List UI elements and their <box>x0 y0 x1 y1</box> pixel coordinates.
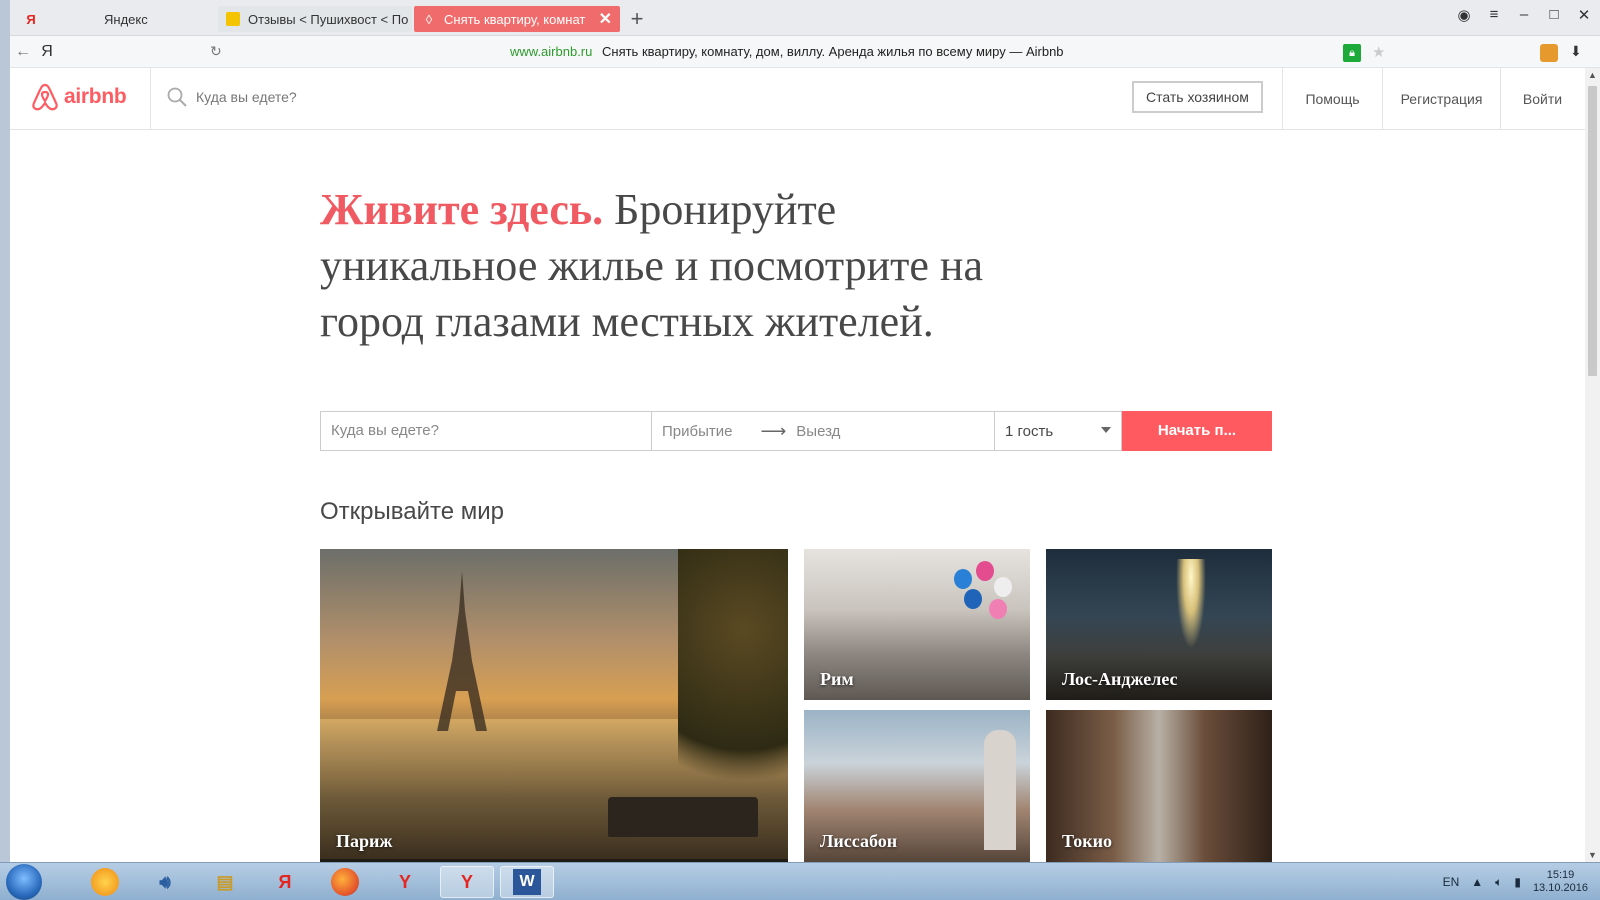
clock-date: 13.10.2016 <box>1532 882 1588 894</box>
paris-trees-image <box>678 549 788 819</box>
bookmark-star-icon[interactable]: ★ <box>1372 43 1385 61</box>
guests-value: 1 гость <box>1005 422 1054 440</box>
chevron-down-icon <box>1101 427 1111 433</box>
scrollbar-thumb[interactable] <box>1588 86 1597 376</box>
city-name: Рим <box>820 669 854 689</box>
taskbar-app-yandex-browser-icon[interactable]: Y <box>378 866 432 898</box>
download-icon[interactable]: ⬇ <box>1570 43 1582 60</box>
volume-icon[interactable]: 🔈︎ <box>1495 875 1502 890</box>
tower-image <box>984 730 1016 850</box>
balloon-image <box>954 569 972 589</box>
new-tab-button[interactable]: + <box>624 6 650 32</box>
taskbar-app-yandex-browser-active-icon[interactable]: Y <box>440 866 494 898</box>
balloon-image <box>994 577 1012 597</box>
airbnb-icon: ◊ <box>425 11 433 27</box>
tab-bar: Я Яндекс Отзывы < Пушихвост < По ◊ Снять… <box>10 0 1600 36</box>
balloon-image <box>989 599 1007 619</box>
profile-icon[interactable]: ◉ <box>1456 6 1472 24</box>
window-controls: ◉ ≡ – □ ✕ <box>1456 6 1600 24</box>
city-tile-paris[interactable]: Париж <box>320 549 788 862</box>
header-divider <box>150 68 151 130</box>
reload-icon[interactable]: ↻ <box>210 43 222 60</box>
scroll-up-icon[interactable]: ▲ <box>1585 70 1600 80</box>
logo-text: airbnb <box>64 85 127 108</box>
yandex-home-icon[interactable]: Я <box>36 43 58 61</box>
taskbar-app-folder-icon[interactable]: ▤ <box>198 866 252 898</box>
tab-label: Яндекс <box>104 11 148 27</box>
page-title: Снять квартиру, комнату, дом, виллу. Аре… <box>602 44 1064 59</box>
help-link[interactable]: Помощь <box>1282 68 1382 130</box>
taskbar-app-yandex-icon[interactable]: Я <box>258 866 312 898</box>
login-link[interactable]: Войти <box>1500 68 1584 130</box>
checkin-field[interactable]: Прибытие <box>662 423 732 440</box>
taskbar-app-firefox-icon[interactable] <box>318 866 372 898</box>
tab-label: Снять квартиру, комнат <box>444 11 586 27</box>
tab-label: Отзывы < Пушихвост < По <box>248 11 409 27</box>
checkout-field[interactable]: Выезд <box>796 423 840 440</box>
become-host-button[interactable]: Стать хозяином <box>1132 81 1263 113</box>
close-window-icon[interactable]: ✕ <box>1576 6 1592 24</box>
balloon-image <box>964 589 982 609</box>
extension-icon[interactable] <box>1540 44 1558 62</box>
city-tile-rome[interactable]: Рим <box>804 549 1030 700</box>
address-bar: ← Я ↻ www.airbnb.ru Снять квартиру, комн… <box>10 36 1600 68</box>
balloon-image <box>976 561 994 581</box>
city-name: Токио <box>1062 831 1112 851</box>
city-tile-tokyo[interactable]: Токио <box>1046 710 1272 862</box>
tray-expand-icon[interactable]: ▲ <box>1471 875 1483 889</box>
scroll-down-icon[interactable]: ▼ <box>1585 850 1600 860</box>
city-name: Париж <box>336 831 393 851</box>
airbnb-logo-icon <box>32 83 58 111</box>
city-name: Лос-Анджелес <box>1062 669 1178 689</box>
folder-icon <box>226 12 240 26</box>
yandex-icon: Я <box>26 11 36 27</box>
city-name: Лиссабон <box>820 831 898 851</box>
header-search-placeholder: Куда вы едете? <box>196 89 297 105</box>
site-header: airbnb Куда вы едете? Стать хозяином Пом… <box>10 68 1585 130</box>
back-arrow-icon[interactable]: ← <box>10 43 36 61</box>
search-icon <box>167 87 187 107</box>
arrow-right-icon: ⟶ <box>760 420 787 441</box>
city-tile-los-angeles[interactable]: Лос-Анджелес <box>1046 549 1272 700</box>
url-domain: www.airbnb.ru <box>510 44 593 59</box>
close-tab-icon[interactable]: ✕ <box>599 9 612 29</box>
browser-window: Я Яндекс Отзывы < Пушихвост < По ◊ Снять… <box>10 0 1600 862</box>
menu-icon[interactable]: ≡ <box>1486 6 1502 24</box>
page-scrollbar[interactable]: ▲ ▼ <box>1585 68 1600 862</box>
boat-image <box>608 797 758 837</box>
desktop-edge <box>0 0 10 862</box>
destination-input[interactable]: Куда вы едете? <box>320 411 652 451</box>
url-field[interactable]: www.airbnb.ru Снять квартиру, комнату, д… <box>510 44 1064 59</box>
register-link[interactable]: Регистрация <box>1382 68 1500 130</box>
guests-select[interactable]: 1 гость <box>995 411 1122 451</box>
start-button[interactable] <box>6 864 42 900</box>
language-indicator[interactable]: EN <box>1443 875 1460 889</box>
clock-time: 15:19 <box>1546 869 1575 881</box>
header-search[interactable]: Куда вы едете? <box>166 86 297 108</box>
taskbar: 🔊︎ ▤ Я Y Y W EN ▲ 🔈︎ ▮ 15:19 13.10.2016 <box>0 862 1600 900</box>
search-submit-button[interactable]: Начать п... <box>1122 411 1272 451</box>
firework-image <box>1176 559 1206 649</box>
maximize-icon[interactable]: □ <box>1546 6 1562 24</box>
clock[interactable]: 15:19 13.10.2016 <box>1533 869 1588 895</box>
search-form: Куда вы едете? Прибытие ⟶ Выезд 1 гость … <box>320 411 1272 451</box>
system-tray: EN ▲ 🔈︎ ▮ 15:19 13.10.2016 <box>1443 863 1600 900</box>
eiffel-tower-image <box>437 571 487 731</box>
tab-yandex[interactable]: Я Яндекс <box>16 6 212 32</box>
network-icon[interactable]: ▮ <box>1514 875 1521 889</box>
dates-field[interactable]: Прибытие ⟶ Выезд <box>652 411 995 451</box>
tab-airbnb[interactable]: ◊ Снять квартиру, комнат ✕ <box>414 6 620 32</box>
hero-accent: Живите здесь. <box>320 185 604 234</box>
minimize-icon[interactable]: – <box>1516 6 1532 24</box>
tab-reviews[interactable]: Отзывы < Пушихвост < По <box>218 6 412 32</box>
explore-title: Открывайте мир <box>320 498 504 525</box>
airbnb-logo[interactable]: airbnb <box>30 82 127 112</box>
taskbar-app-speaker-icon[interactable]: 🔊︎ <box>138 866 192 898</box>
city-tile-lisbon[interactable]: Лиссабон <box>804 710 1030 862</box>
taskbar-app-word-icon[interactable]: W <box>500 866 554 898</box>
hero-heading: Живите здесь. Бронируйте уникальное жиль… <box>320 182 1040 350</box>
taskbar-app-browser-icon[interactable] <box>78 866 132 898</box>
lock-icon[interactable]: 🔒︎ <box>1343 44 1361 62</box>
